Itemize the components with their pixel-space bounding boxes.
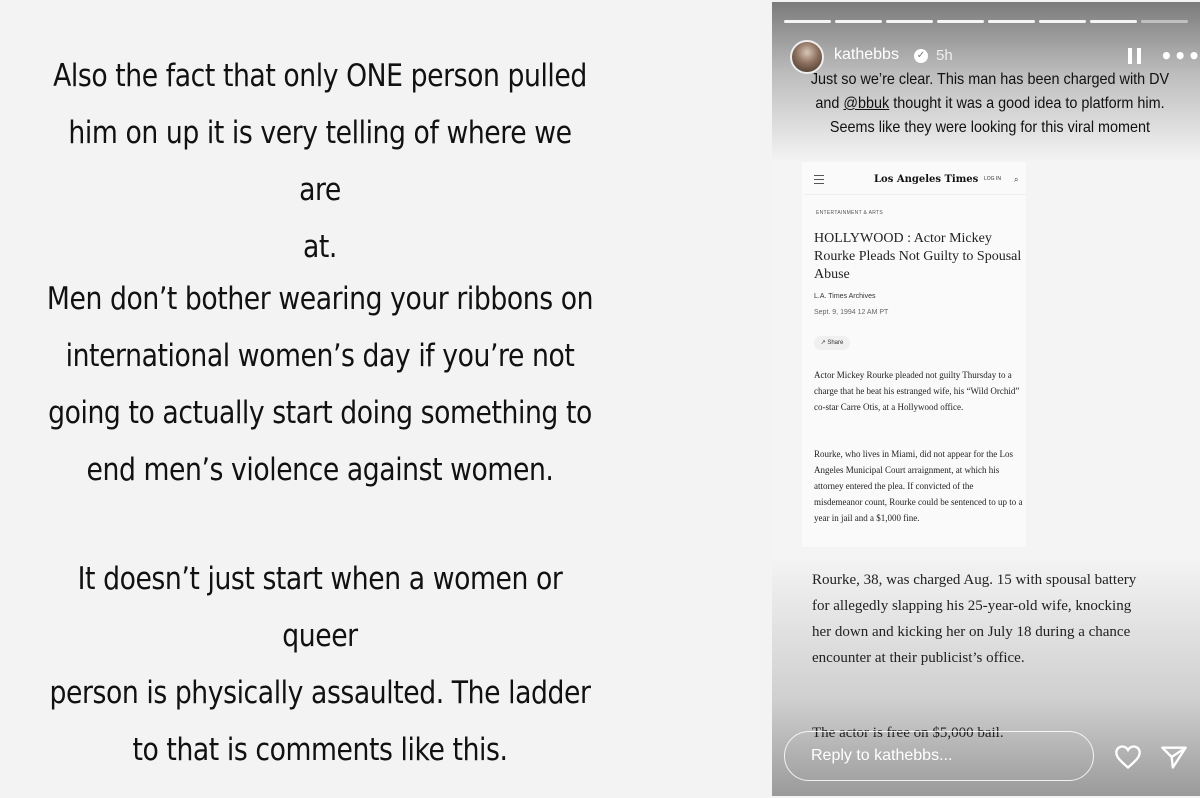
text-line: going to actually start doing something …	[48, 395, 592, 431]
progress-segment	[1039, 20, 1086, 23]
heart-icon[interactable]	[1114, 744, 1142, 770]
story-caption: Just so we’re clear. This man has been c…	[810, 68, 1170, 140]
username[interactable]: kathebbs	[834, 46, 899, 64]
progress-segment	[937, 20, 984, 23]
article-date: Sept. 9, 1994 12 AM PT	[814, 309, 889, 316]
progress-segment	[1141, 20, 1188, 23]
article-topbar: Los Angeles Times LOG IN ⌕	[804, 170, 1026, 195]
commentary-panel: Also the fact that only ONE person pulle…	[0, 0, 760, 798]
progress-segment	[784, 20, 831, 23]
login-link: LOG IN	[984, 176, 1001, 182]
text-line: person is physically assaulted. The ladd…	[49, 675, 591, 711]
article-screenshot: Los Angeles Times LOG IN ⌕ ENTERTAINMENT…	[802, 162, 1026, 547]
publication-logo: Los Angeles Times	[874, 174, 979, 185]
text-line: to that is comments like this.	[132, 732, 508, 768]
menu-icon	[814, 175, 824, 187]
article-headline: HOLLYWOOD : Actor Mickey Rourke Pleads N…	[814, 231, 1022, 282]
text-line: at.	[303, 229, 337, 265]
search-icon: ⌕	[1014, 175, 1019, 184]
article-paragraph: Actor Mickey Rourke pleaded not guilty T…	[814, 370, 1020, 412]
excerpt-paragraph: Rourke, 38, was charged Aug. 15 with spo…	[812, 572, 1137, 666]
mention-link[interactable]: @bbuk	[843, 95, 889, 112]
instagram-story[interactable]: kathebbs ✓ 5h ••• Just so we’re clear. T…	[772, 2, 1200, 796]
text-line: Also the fact that only ONE person pulle…	[53, 58, 587, 94]
text-line: international women’s day if you’re not	[65, 338, 575, 374]
text-line: him on up it is very telling of where we…	[68, 115, 572, 208]
reply-input[interactable]: Reply to kathebbs...	[784, 731, 1094, 781]
commentary-paragraph-2: Men don’t bother wearing your ribbons on…	[45, 271, 595, 499]
progress-segment	[886, 20, 933, 23]
article-section: ENTERTAINMENT & ARTS	[816, 210, 884, 216]
commentary-paragraph-3: It doesn’t just start when a women or qu…	[45, 551, 595, 779]
commentary-paragraph-1: Also the fact that only ONE person pulle…	[45, 48, 595, 276]
progress-segment	[988, 20, 1035, 23]
post-time: 5h	[936, 47, 953, 64]
reply-placeholder: Reply to kathebbs...	[811, 747, 953, 764]
article-byline: L.A. Times Archives	[814, 293, 876, 300]
text-line: end men’s violence against women.	[86, 452, 554, 488]
pause-icon[interactable]	[1128, 48, 1142, 64]
article-paragraph: Rourke, who lives in Miami, did not appe…	[814, 449, 1023, 523]
text-line: Men don’t bother wearing your ribbons on	[46, 281, 594, 317]
progress-segment	[1090, 20, 1137, 23]
share-label: Share	[827, 340, 844, 346]
share-button: ↗ Share	[814, 336, 850, 350]
progress-segment	[835, 20, 882, 23]
more-icon[interactable]: •••	[1160, 44, 1200, 68]
text-line: It doesn’t just start when a women or qu…	[77, 561, 563, 654]
send-icon[interactable]	[1160, 744, 1188, 770]
verified-icon: ✓	[914, 49, 928, 63]
story-progress-bar	[784, 20, 1188, 23]
